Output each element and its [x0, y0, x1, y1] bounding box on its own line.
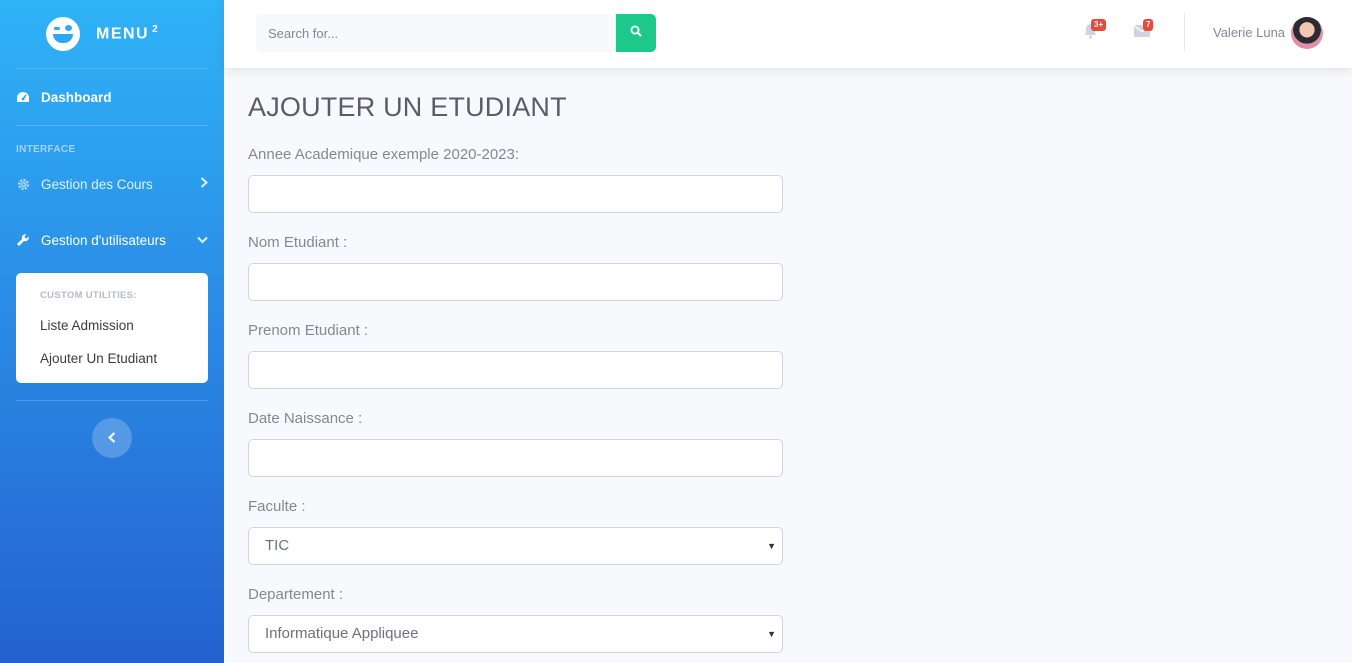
chevron-down-icon — [197, 233, 208, 247]
search-input[interactable] — [256, 14, 616, 52]
submenu-heading: CUSTOM UTILITIES: — [40, 290, 137, 301]
submenu-item-liste-admission[interactable]: Liste Admission — [16, 309, 208, 342]
nom-etudiant-input[interactable] — [248, 263, 783, 301]
brand-text: MENU 2 — [96, 24, 159, 43]
tachometer-icon — [16, 90, 30, 104]
wrench-icon — [16, 233, 30, 247]
messages-badge: 7 — [1143, 19, 1154, 31]
topbar: 3+ 7 Valerie Luna — [224, 0, 1352, 68]
field-label-departement: Departement : — [248, 586, 344, 603]
field-label-faculte: Faculte : — [248, 498, 306, 515]
sidebar-item-gestion-cours[interactable]: Gestion des Cours — [0, 161, 224, 207]
search-button[interactable] — [616, 14, 656, 52]
sidebar: MENU 2 Dashboard INTERFACE Gestion des Co… — [0, 0, 224, 663]
submenu: CUSTOM UTILITIES: Liste Admission Ajoute… — [16, 273, 208, 383]
faculte-select[interactable]: TIC ▼ — [248, 527, 783, 565]
submenu-item-ajouter-etudiant[interactable]: Ajouter Un Etudiant — [16, 342, 208, 375]
brand[interactable]: MENU 2 — [0, 0, 224, 68]
sidebar-item-label: Gestion d'utilisateurs — [41, 232, 166, 248]
chevron-right-icon — [200, 177, 208, 191]
faculte-selected-value: TIC — [265, 537, 290, 554]
sidebar-item-label: Dashboard — [41, 89, 112, 105]
annee-academique-input[interactable] — [248, 175, 783, 213]
field-label-nom: Nom Etudiant : — [248, 234, 348, 251]
departement-select[interactable]: Informatique Appliquee ▼ — [248, 615, 783, 653]
alerts-button[interactable]: 3+ — [1079, 19, 1107, 44]
alerts-badge: 3+ — [1091, 19, 1107, 31]
field-label-date-naissance: Date Naissance : — [248, 410, 363, 427]
laugh-wink-icon — [46, 17, 80, 51]
gear-icon — [16, 177, 30, 191]
caret-down-icon: ▼ — [767, 541, 776, 551]
sidebar-item-dashboard[interactable]: Dashboard — [0, 69, 224, 125]
topbar-divider — [1184, 13, 1185, 51]
user-name[interactable]: Valerie Luna — [1213, 25, 1285, 40]
avatar[interactable] — [1291, 17, 1323, 49]
chevron-left-icon — [107, 430, 116, 446]
brand-sup: 2 — [152, 24, 160, 36]
brand-name: MENU — [96, 25, 150, 43]
sidebar-item-gestion-utilisateurs[interactable]: Gestion d'utilisateurs — [0, 207, 224, 273]
field-label-annee: Annee Academique exemple 2020-2023: — [248, 146, 520, 163]
sidebar-item-label: Gestion des Cours — [41, 176, 153, 192]
page-title: AJOUTER UN ETUDIANT — [248, 92, 567, 122]
caret-down-icon: ▼ — [767, 629, 776, 639]
search-icon — [630, 24, 642, 42]
date-naissance-input[interactable] — [248, 439, 783, 477]
search-form — [256, 14, 656, 52]
field-label-prenom: Prenom Etudiant : — [248, 322, 369, 339]
sidebar-heading: INTERFACE — [16, 144, 76, 155]
main-content: AJOUTER UN ETUDIANT Annee Academique exe… — [248, 68, 788, 653]
sidebar-toggle-button[interactable] — [92, 418, 132, 458]
departement-selected-value: Informatique Appliquee — [265, 625, 419, 642]
prenom-etudiant-input[interactable] — [248, 351, 783, 389]
messages-button[interactable]: 7 — [1131, 19, 1154, 44]
sidebar-divider — [16, 400, 208, 401]
